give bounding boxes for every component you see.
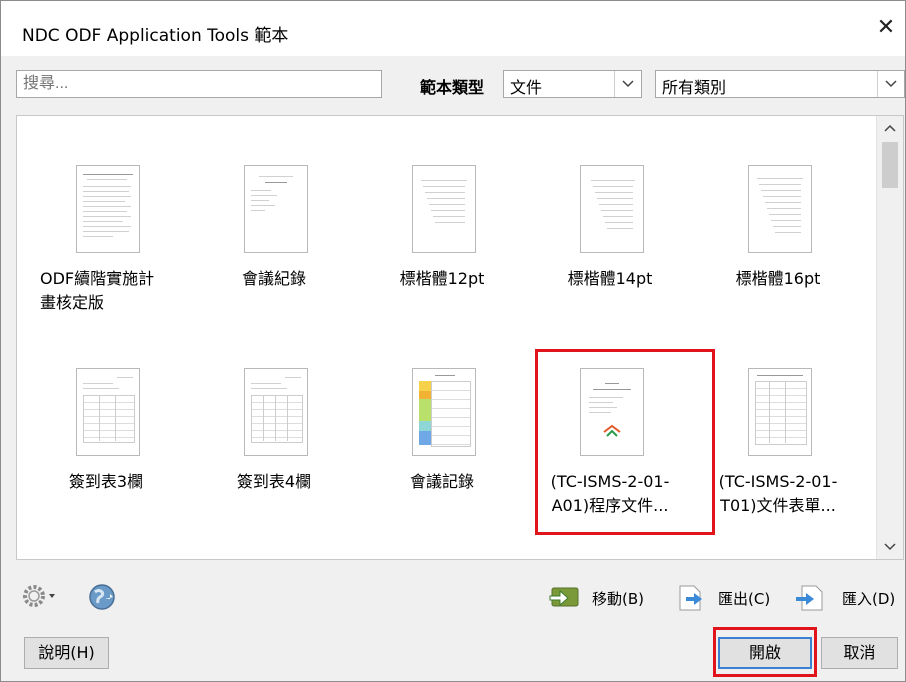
template-item[interactable]: 標楷體16pt <box>688 163 856 343</box>
template-item[interactable]: ODF續階實施計 畫核定版 <box>16 163 184 343</box>
selection-highlight <box>535 349 715 535</box>
template-name-line1: 簽到表3欄 <box>68 472 144 491</box>
title-bar: NDC ODF Application Tools 範本 ✕ <box>1 1 905 56</box>
template-type-select[interactable]: 文件 <box>503 70 642 98</box>
template-type-value: 文件 <box>510 78 543 97</box>
category-select[interactable]: 所有類別 <box>655 70 905 98</box>
template-item[interactable]: 簽到表3欄 <box>16 366 184 546</box>
template-name-line2: T01)文件表單... <box>720 496 836 515</box>
template-item[interactable]: 簽到表4欄 <box>184 366 352 546</box>
template-name-line1: 簽到表4欄 <box>236 472 312 491</box>
export-label: 匯出(C) <box>718 590 771 608</box>
move-label: 移動(B) <box>592 590 644 608</box>
template-thumbnail <box>412 165 476 253</box>
template-name: 標楷體16pt <box>688 267 868 291</box>
template-thumbnail <box>76 368 140 456</box>
template-name-line1: 會議記錄 <box>409 472 474 491</box>
template-name: (TC-ISMS-2-01- T01)文件表單... <box>688 470 868 518</box>
template-thumbnail <box>76 165 140 253</box>
template-name: 會議紀錄 <box>184 267 364 291</box>
import-label: 匯入(D) <box>842 590 896 608</box>
template-thumbnail <box>244 368 308 456</box>
template-item[interactable]: 標楷體12pt <box>352 163 520 343</box>
template-name: 簽到表3欄 <box>16 470 196 494</box>
export-icon <box>676 584 706 616</box>
search-input[interactable] <box>16 70 382 98</box>
vertical-scrollbar[interactable] <box>876 116 903 559</box>
help-button[interactable]: 說明(H) <box>24 637 109 669</box>
template-thumbnail <box>244 165 308 253</box>
template-item[interactable]: 標楷體14pt <box>520 163 688 343</box>
template-type-label: 範本類型 <box>420 78 485 97</box>
category-value: 所有類別 <box>662 78 727 97</box>
template-name: 簽到表4欄 <box>184 470 364 494</box>
template-name-line1: (TC-ISMS-2-01- <box>718 472 838 491</box>
scroll-down-icon[interactable] <box>877 539 903 555</box>
import-icon <box>794 584 824 616</box>
template-name: 會議記錄 <box>352 470 532 494</box>
cancel-button[interactable]: 取消 <box>821 637 898 669</box>
chevron-down-icon[interactable] <box>877 71 904 97</box>
template-name-line1: 標楷體14pt <box>567 269 653 288</box>
open-button[interactable]: 開啟 <box>718 637 812 669</box>
template-thumbnail <box>748 368 812 456</box>
template-thumbnail <box>748 165 812 253</box>
template-name-line1: 標楷體16pt <box>735 269 821 288</box>
template-name-line1: 會議紀錄 <box>241 269 306 288</box>
close-icon[interactable]: ✕ <box>873 15 899 41</box>
window-title: NDC ODF Application Tools 範本 <box>22 26 289 46</box>
template-thumbnail <box>580 165 644 253</box>
globe-icon[interactable] <box>88 583 116 611</box>
scrollbar-thumb[interactable] <box>882 142 898 188</box>
template-item[interactable]: 會議記錄 <box>352 366 520 546</box>
move-icon <box>548 584 580 614</box>
template-name-line1: 標楷體12pt <box>399 269 485 288</box>
scroll-up-icon[interactable] <box>877 120 903 136</box>
template-name: 標楷體14pt <box>520 267 700 291</box>
gear-icon[interactable] <box>21 583 55 609</box>
template-thumbnail <box>412 368 476 456</box>
template-name: 標楷體12pt <box>352 267 532 291</box>
chevron-down-icon[interactable] <box>614 71 641 97</box>
template-item[interactable]: 會議紀錄 <box>184 163 352 343</box>
